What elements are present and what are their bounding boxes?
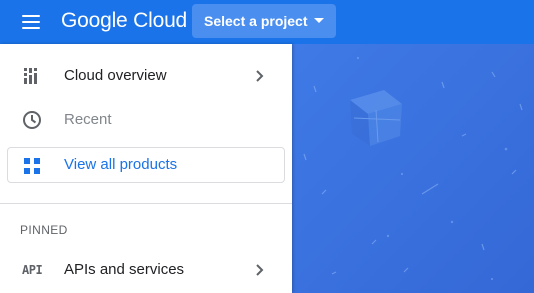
chevron-right-icon — [256, 70, 264, 82]
grid-icon — [24, 158, 40, 174]
sidebar-item-label: APIs and services — [64, 261, 185, 278]
api-icon: API — [22, 263, 43, 277]
side-navigation: Cloud overview Recent View all products … — [0, 44, 292, 293]
cube-graphic — [350, 90, 402, 146]
sidebar-item-recent[interactable]: Recent — [0, 98, 292, 142]
sidebar-item-apis-and-services[interactable]: API APIs and services — [0, 248, 292, 292]
illustration-graphic — [292, 44, 534, 293]
sidebar-item-cloud-overview[interactable]: Cloud overview — [0, 54, 292, 98]
main-menu-icon[interactable] — [22, 12, 42, 32]
google-cloud-logo[interactable]: Google Cloud — [61, 8, 187, 34]
logo-cloud-text: Cloud — [133, 9, 188, 32]
view-all-products-label: View all products — [64, 156, 178, 173]
chevron-right-icon — [256, 264, 264, 276]
logo-google-text: Google — [61, 9, 128, 32]
sidebar-item-label: Cloud overview — [64, 67, 167, 84]
divider — [0, 203, 292, 204]
view-all-products-button[interactable]: View all products — [7, 147, 285, 183]
pinned-section-header: PINNED — [20, 223, 68, 237]
clock-icon — [23, 111, 41, 129]
dashboard-icon — [24, 68, 37, 84]
background-illustration — [292, 44, 534, 293]
dropdown-caret-icon — [314, 18, 324, 23]
select-project-label: Select a project — [204, 13, 308, 29]
top-app-bar: Google Cloud Select a project — [0, 0, 534, 44]
sidebar-item-label: Recent — [64, 111, 112, 128]
select-project-button[interactable]: Select a project — [192, 4, 336, 38]
